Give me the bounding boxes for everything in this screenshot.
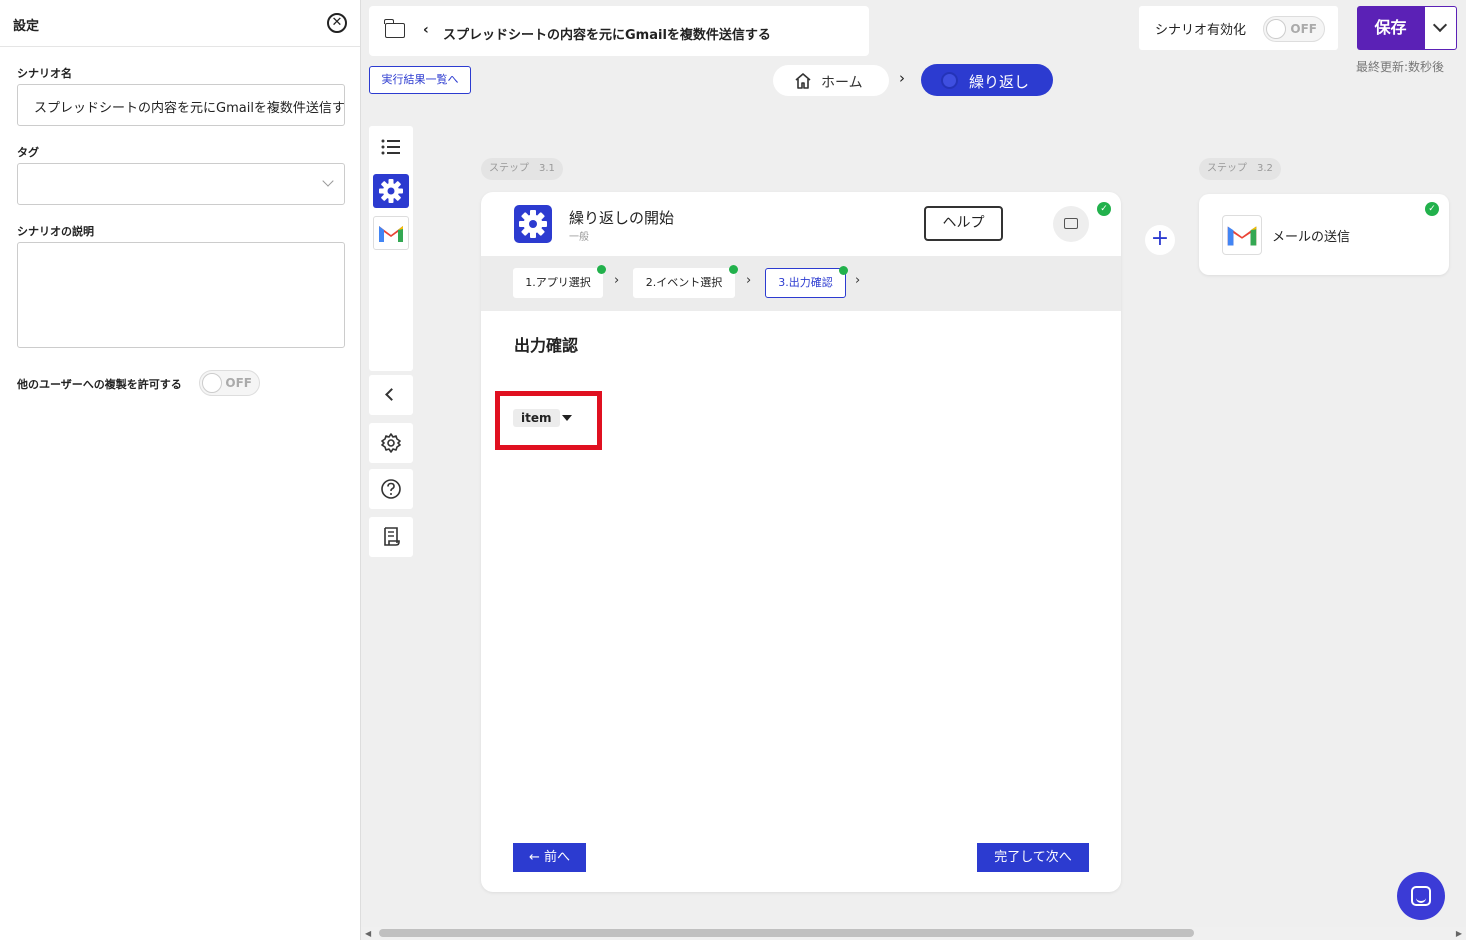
card-title: 繰り返しの開始 <box>569 209 675 227</box>
activate-toggle[interactable]: OFF <box>1263 16 1325 42</box>
log-button[interactable] <box>369 517 413 557</box>
caret-down-icon[interactable] <box>562 415 572 421</box>
complete-next-button[interactable]: 完了して次へ <box>977 843 1089 872</box>
collapse-button[interactable] <box>369 375 413 415</box>
step-toolbar <box>369 126 413 371</box>
gmail-icon <box>1222 215 1262 255</box>
scenario-name-input[interactable]: スプレッドシートの内容を元にGmailを複数件送信する <box>17 84 345 126</box>
tab-app-select[interactable]: 1.アプリ選択 <box>513 265 606 298</box>
breadcrumb-current-label: 繰り返し <box>969 73 1030 91</box>
toolbar-step-gmail[interactable] <box>373 216 409 250</box>
tab-label: 1.アプリ選択 <box>525 276 591 289</box>
description-label: シナリオの説明 <box>17 225 94 238</box>
settings-header: 設定 ✕ <box>0 0 360 47</box>
step-tabs: 1.アプリ選択 › 2.イベント選択 › 3.出力確認 › <box>481 256 1121 311</box>
log-icon <box>384 527 400 546</box>
tab-output-confirm[interactable]: 3.出力確認 <box>765 266 848 298</box>
step-tag-3-2: ステップ 3.2 <box>1199 158 1281 180</box>
check-icon <box>839 266 848 275</box>
save-button[interactable]: 保存 <box>1357 6 1424 50</box>
chevron-down-icon <box>1432 17 1448 33</box>
folder-icon[interactable] <box>384 19 405 38</box>
chat-icon <box>1411 886 1431 906</box>
mail-step-card[interactable]: メールの送信 ✓ <box>1199 194 1449 275</box>
loop-step-card: 繰り返しの開始 一般 ヘルプ ✓ 1.アプリ選択 › 2.イベント選択 › 3.… <box>481 192 1121 892</box>
breadcrumb-home[interactable]: ホーム <box>773 65 889 96</box>
description-textarea[interactable] <box>17 242 345 348</box>
tab-label: 2.イベント選択 <box>645 276 723 289</box>
comment-icon <box>1064 218 1078 229</box>
scenario-name-label: シナリオ名 <box>17 67 72 80</box>
help-icon <box>381 479 401 499</box>
scenario-title: スプレッドシートの内容を元にGmailを複数件送信する <box>443 28 771 43</box>
check-icon <box>729 265 738 274</box>
check-icon: ✓ <box>1097 202 1111 216</box>
scroll-right-icon[interactable]: ▶ <box>1456 929 1462 938</box>
last-updated: 最終更新:数秒後 <box>1356 60 1445 74</box>
check-icon <box>597 265 606 274</box>
chevron-right-icon: › <box>855 273 861 288</box>
settings-icon <box>381 433 401 453</box>
gear-icon <box>379 179 403 203</box>
card-subtitle: 一般 <box>569 232 589 243</box>
allow-copy-toggle[interactable]: OFF <box>199 370 260 396</box>
gear-icon <box>514 205 552 243</box>
toggle-state: OFF <box>1290 22 1317 36</box>
chevron-right-icon: › <box>614 273 620 288</box>
chevron-right-icon: › <box>746 273 752 288</box>
scrollbar-thumb[interactable] <box>379 929 1194 937</box>
chevron-down-icon <box>322 175 334 187</box>
back-chevron-icon[interactable]: ‹ <box>423 22 429 38</box>
save-dropdown-button[interactable] <box>1424 6 1457 50</box>
check-icon: ✓ <box>1425 202 1439 216</box>
scroll-left-icon[interactable]: ◀ <box>365 929 371 938</box>
help-button[interactable]: ヘルプ <box>924 206 1003 241</box>
help-button[interactable] <box>369 469 413 509</box>
mail-card-label: メールの送信 <box>1272 230 1351 245</box>
activate-label: シナリオ有効化 <box>1155 23 1247 38</box>
item-toggle[interactable]: item <box>513 409 560 427</box>
scenario-activate: シナリオ有効化 OFF <box>1139 6 1338 50</box>
breadcrumb-current[interactable]: 繰り返し <box>921 64 1053 96</box>
chat-button[interactable] <box>1397 872 1445 920</box>
home-icon <box>795 73 811 89</box>
loop-icon <box>941 72 958 89</box>
settings-button[interactable] <box>369 423 413 463</box>
toggle-state: OFF <box>225 376 252 390</box>
breadcrumb-separator: › <box>899 69 905 87</box>
tab-label: 3.出力確認 <box>778 276 833 289</box>
output-title: 出力確認 <box>514 336 579 355</box>
tag-select[interactable] <box>17 163 345 205</box>
add-step-button[interactable]: + <box>1145 225 1175 255</box>
results-list-link[interactable]: 実行結果一覧へ <box>369 66 471 94</box>
toggle-knob <box>1266 19 1286 39</box>
comment-button[interactable] <box>1053 206 1089 242</box>
step-tag-3-1: ステップ 3.1 <box>481 158 563 180</box>
allow-copy-label: 他のユーザーへの複製を許可する <box>17 378 182 391</box>
tab-event-select[interactable]: 2.イベント選択 <box>633 265 738 298</box>
scenario-header: ‹ スプレッドシートの内容を元にGmailを複数件送信する <box>369 6 869 56</box>
toolbar-step-loop[interactable] <box>373 174 409 208</box>
settings-panel: 設定 ✕ シナリオ名 スプレッドシートの内容を元にGmailを複数件送信する タ… <box>0 0 361 940</box>
settings-title: 設定 <box>13 19 40 34</box>
tag-label: タグ <box>17 146 39 159</box>
close-icon[interactable]: ✕ <box>327 13 347 33</box>
chevron-left-icon <box>385 388 398 401</box>
list-icon[interactable] <box>381 139 401 155</box>
gmail-icon <box>379 226 403 242</box>
horizontal-scrollbar[interactable]: ◀ ▶ <box>361 927 1466 940</box>
toggle-knob <box>202 373 222 393</box>
breadcrumb-home-label: ホーム <box>821 75 863 91</box>
prev-button[interactable]: ← 前へ <box>513 843 586 872</box>
